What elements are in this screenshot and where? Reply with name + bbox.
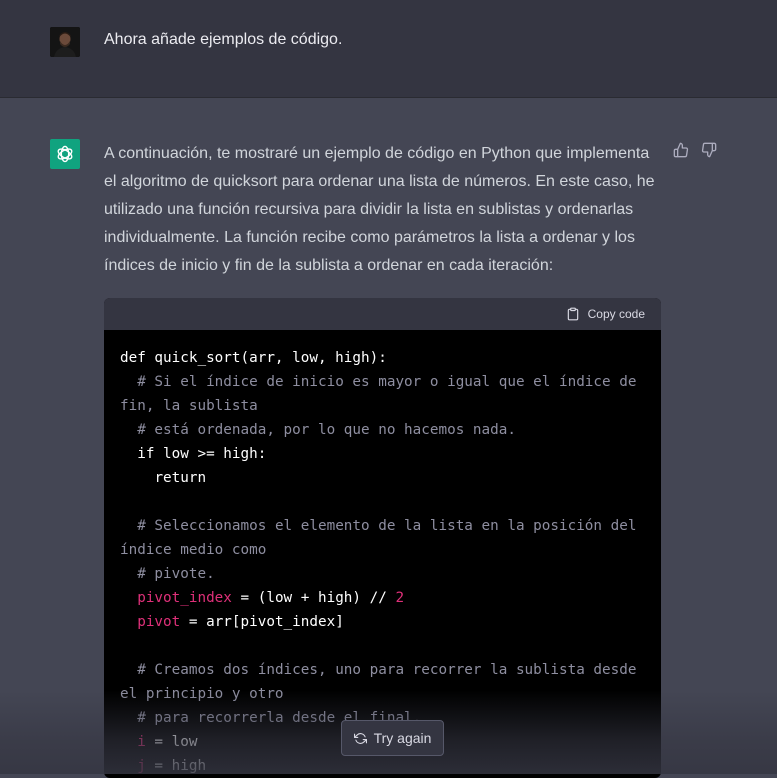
code-line: if low >= high: [120, 446, 267, 462]
code-line: = (low + high) // [231, 590, 396, 606]
code-line: def quick_sort(arr, low, high): [120, 350, 387, 366]
refresh-icon [353, 732, 367, 744]
code-line: = low [145, 734, 198, 750]
user-avatar [50, 27, 80, 57]
openai-logo-icon [50, 139, 80, 169]
code-content: def quick_sort(arr, low, high): # Si el … [104, 330, 661, 778]
code-block-header: Copy code [104, 298, 661, 330]
code-variable: pivot_index [137, 590, 232, 606]
code-comment: # está ordenada, por lo que no hacemos n… [120, 422, 516, 438]
user-message-row: Ahora añade ejemplos de código. [0, 0, 777, 98]
code-variable: pivot [137, 614, 181, 630]
copy-code-label: Copy code [587, 307, 645, 321]
thumbs-up-icon[interactable] [672, 141, 690, 159]
code-variable: j [137, 758, 146, 774]
code-comment: # Creamos dos índices, uno para recorrer… [120, 662, 646, 702]
code-comment: # pivote. [120, 566, 215, 582]
code-comment: # Si el índice de inicio es mayor o igua… [120, 374, 646, 414]
code-number: 2 [395, 590, 405, 606]
thumbs-down-icon[interactable] [700, 141, 718, 159]
code-line: = high [145, 758, 207, 774]
copy-code-button[interactable]: Copy code [566, 306, 645, 322]
assistant-message-text: A continuación, te mostraré un ejemplo d… [104, 145, 655, 274]
code-block: Copy code def quick_sort(arr, low, high)… [104, 298, 661, 778]
code-variable: i [137, 734, 146, 750]
code-comment: # Seleccionamos el elemento de la lista … [120, 518, 646, 558]
try-again-label: Try again [373, 730, 432, 746]
clipboard-icon [567, 307, 578, 321]
code-line: = arr[pivot_index] [180, 614, 344, 630]
feedback-controls [672, 141, 718, 159]
user-message-text: Ahora añade ejemplos de código. [104, 31, 343, 48]
try-again-button[interactable]: Try again [341, 720, 444, 756]
code-line: return [120, 470, 207, 486]
